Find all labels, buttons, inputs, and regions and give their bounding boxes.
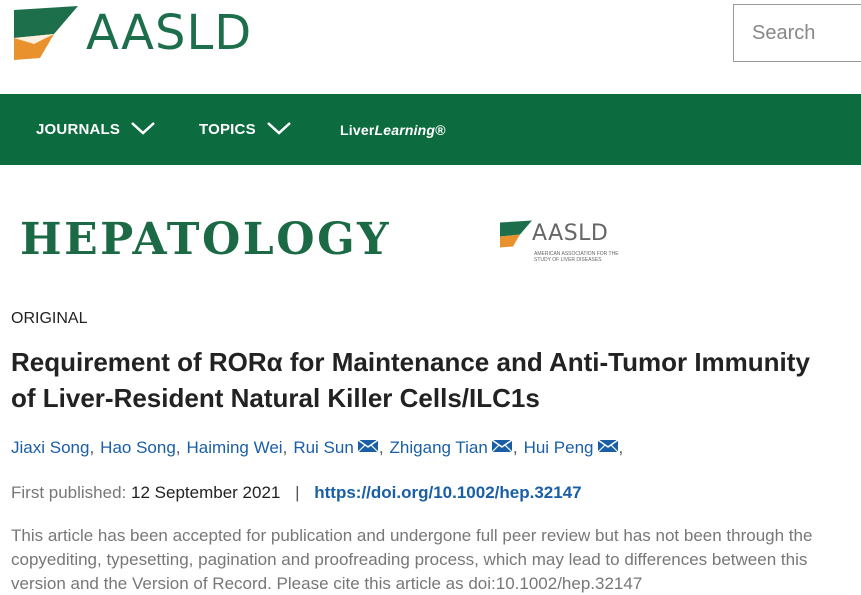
small-logo-subtext: American Association for the Study of Li… [534, 251, 619, 263]
aasld-small-logo[interactable]: AASLD American Association for the Study… [498, 219, 619, 263]
author-separator: , [89, 438, 95, 457]
search-box[interactable] [733, 4, 861, 62]
aasld-logo[interactable]: AASLD [10, 4, 252, 62]
author-name[interactable]: Haiming Wei [187, 438, 283, 458]
aasld-leaf-icon [14, 6, 78, 60]
author-list: Jiaxi Song, Hao Song, Haiming Wei, Rui Sun,… [11, 438, 629, 458]
email-icon[interactable] [597, 438, 619, 458]
search-input[interactable] [734, 5, 861, 61]
article-title: Requirement of RORα for Maintenance and … [11, 347, 810, 413]
article-type: ORIGINAL [11, 310, 88, 327]
chevron-down-icon [266, 120, 292, 140]
publication-info: First published: 12 September 2021 | htt… [11, 483, 582, 503]
top-header: AASLD [0, 0, 861, 94]
author-item: Hui Peng, [524, 438, 630, 458]
small-logo-text: AASLD [532, 221, 609, 246]
main-nav: JOURNALS TOPICS Liver Learning ® [0, 94, 861, 165]
author-separator: , [282, 438, 288, 457]
author-item: Rui Sun, [293, 438, 389, 458]
doi-link[interactable]: https://doi.org/10.1002/hep.32147 [314, 483, 581, 502]
author-item: Jiaxi Song, [11, 438, 100, 458]
author-name[interactable]: Rui Sun [293, 438, 353, 458]
nav-liver-suffix: ® [435, 121, 446, 138]
aasld-leaf-icon [500, 220, 532, 248]
accepted-article-notice: This article has been accepted for publi… [11, 526, 813, 593]
author-name[interactable]: Jiaxi Song [11, 438, 89, 458]
author-separator: , [618, 438, 624, 457]
nav-topics-label: TOPICS [199, 121, 256, 138]
nav-liverlearning[interactable]: Liver Learning ® [340, 94, 446, 165]
author-name[interactable]: Hui Peng [524, 438, 594, 458]
first-published-date: 12 September 2021 [131, 483, 281, 502]
journal-title[interactable]: HEPATOLOGY [20, 214, 391, 265]
email-icon[interactable] [491, 438, 513, 458]
nav-liver-prefix: Liver [340, 121, 375, 138]
nav-journals-label: JOURNALS [36, 121, 121, 138]
nav-liver-italic: Learning [374, 121, 436, 138]
aasld-logo-text: AASLD [86, 5, 253, 61]
author-item: Zhigang Tian, [390, 438, 524, 458]
first-published-label: First published: [11, 483, 127, 502]
separator: | [295, 483, 300, 502]
author-separator: , [175, 438, 181, 457]
author-separator: , [512, 438, 518, 457]
author-name[interactable]: Hao Song [100, 438, 176, 458]
nav-journals[interactable]: JOURNALS [36, 94, 156, 165]
author-item: Haiming Wei, [187, 438, 294, 458]
nav-topics[interactable]: TOPICS [199, 94, 292, 165]
author-item: Hao Song, [100, 438, 186, 458]
author-separator: , [378, 438, 384, 457]
email-icon[interactable] [357, 438, 379, 458]
author-name[interactable]: Zhigang Tian [390, 438, 488, 458]
chevron-down-icon [130, 120, 156, 140]
